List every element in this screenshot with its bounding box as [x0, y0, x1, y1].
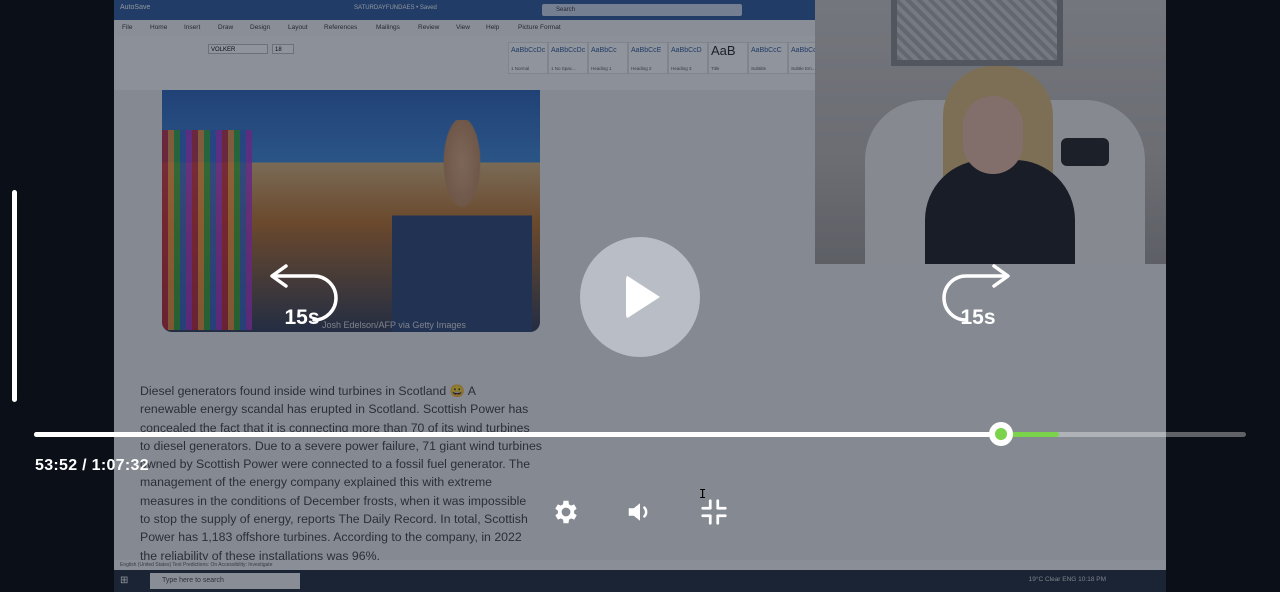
play-button[interactable] — [580, 237, 700, 357]
progress-played — [34, 432, 1001, 437]
speaker-icon — [628, 503, 648, 521]
play-icon — [626, 275, 660, 319]
time-display: 53:52 / 1:07:32 — [35, 457, 149, 474]
volume-button[interactable] — [625, 497, 655, 527]
forward-label: 15s — [960, 306, 996, 329]
forward-15-button[interactable]: 15s — [938, 264, 1018, 344]
text-cursor-icon: I — [699, 487, 707, 501]
scrubber-dot — [994, 428, 1007, 440]
settings-button[interactable] — [551, 497, 581, 527]
exit-fullscreen-icon — [701, 499, 727, 525]
gear-icon — [555, 500, 577, 524]
progress-scrubber-handle[interactable] — [988, 422, 1013, 446]
exit-fullscreen-button[interactable] — [699, 497, 729, 527]
rewind-label: 15s — [284, 306, 320, 329]
brightness-slider[interactable] — [12, 190, 17, 402]
progress-bar[interactable] — [34, 422, 1246, 446]
rewind-15-button[interactable]: 15s — [262, 264, 342, 344]
